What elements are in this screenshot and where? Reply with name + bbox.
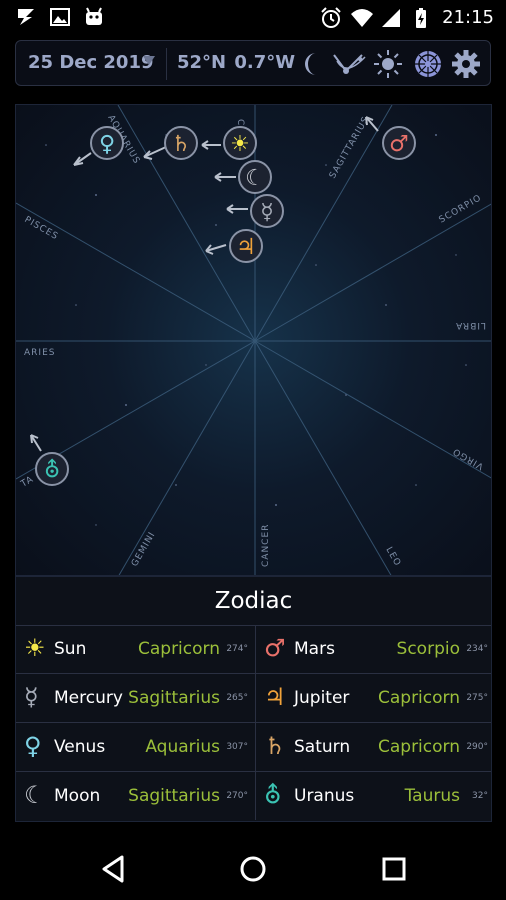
planet-degree: 290° xyxy=(466,742,488,752)
battery-charging-icon xyxy=(416,8,426,28)
planet-cell-mars[interactable]: ♂ Mars Scorpio 234° xyxy=(255,625,494,673)
planet-saturn[interactable]: ♄ xyxy=(164,126,198,160)
back-icon[interactable] xyxy=(98,854,128,884)
planet-mercury[interactable]: ☿ xyxy=(250,194,284,228)
planet-sign: Capricorn xyxy=(377,737,460,757)
planet-name: Mars xyxy=(294,639,335,659)
android-notification-icon xyxy=(86,7,102,25)
zodiac-info-panel: Zodiac ☀ Sun Capricorn 274° ♂ Mars Scorp… xyxy=(15,576,492,822)
panel-title: Zodiac xyxy=(16,577,491,626)
date-selector[interactable]: 25 Dec 2019 xyxy=(28,52,154,73)
venus-icon: ♀ xyxy=(99,132,115,157)
planet-cell-saturn[interactable]: ♄ Saturn Capricorn 290° xyxy=(255,723,494,771)
table-row: ♀ Venus Aquarius 307° ♄ Saturn Capricorn… xyxy=(16,723,491,772)
zodiac-wheel-icon[interactable] xyxy=(413,49,443,79)
zodiac-label-virgo: VIRGO xyxy=(451,445,486,471)
planet-cell-mercury[interactable]: ☿ Mercury Sagittarius 265° xyxy=(16,674,254,722)
sun-icon: ☀ xyxy=(24,634,46,662)
planet-sign: Aquarius xyxy=(145,737,220,757)
zodiac-label-leo: LEO xyxy=(383,546,402,569)
planet-sign: Capricorn xyxy=(137,639,220,659)
alarm-icon xyxy=(321,7,341,28)
clock-time: 21:15 xyxy=(442,7,494,28)
home-icon[interactable] xyxy=(238,854,268,884)
planet-degree: 32° xyxy=(472,791,488,801)
jupiter-icon: ♃ xyxy=(264,683,286,711)
top-toolbar: 25 Dec 2019 52°N 0.7°W xyxy=(15,40,491,86)
signal-icon xyxy=(382,9,400,27)
planet-cell-jupiter[interactable]: ♃ Jupiter Capricorn 275° xyxy=(255,674,494,722)
location-coordinates[interactable]: 52°N 0.7°W xyxy=(177,52,295,73)
telescope-icon[interactable] xyxy=(332,49,368,79)
toolbar-divider xyxy=(166,48,167,80)
zodiac-label-sagittarius: SAGITTARIUS xyxy=(328,115,372,181)
saturn-icon: ♄ xyxy=(264,732,286,760)
planet-cell-sun[interactable]: ☀ Sun Capricorn 274° xyxy=(16,625,254,673)
mercury-icon: ☿ xyxy=(24,683,39,711)
planet-name: Sun xyxy=(54,639,87,659)
venus-icon: ♀ xyxy=(24,732,42,760)
uranus-icon: ⛢ xyxy=(264,781,282,809)
planet-sign: Capricorn xyxy=(377,688,460,708)
planet-cell-moon[interactable]: ☾ Moon Sagittarius 270° xyxy=(16,772,254,820)
zodiac-label-capricorn: C xyxy=(235,119,245,126)
zodiac-label-cancer: CANCER xyxy=(261,524,271,567)
planet-sign: Sagittarius xyxy=(128,786,220,806)
moon-phase-icon[interactable] xyxy=(298,49,328,79)
planet-moon[interactable]: ☾ xyxy=(238,160,272,194)
mars-icon: ♂ xyxy=(389,132,409,157)
planet-cell-venus[interactable]: ♀ Venus Aquarius 307° xyxy=(16,723,254,771)
planet-jupiter[interactable]: ♃ xyxy=(229,229,263,263)
system-nav-bar xyxy=(0,836,506,900)
zodiac-label-taurus: TA xyxy=(19,474,36,490)
mercury-icon: ☿ xyxy=(260,200,274,225)
moon-icon: ☾ xyxy=(24,781,46,809)
saturn-icon: ♄ xyxy=(171,132,191,157)
sun-planet-icon: ☀ xyxy=(230,132,250,157)
planet-sun[interactable]: ☀ xyxy=(223,126,257,160)
mars-icon: ♂ xyxy=(264,634,286,662)
planet-name: Uranus xyxy=(294,786,355,806)
planet-uranus[interactable]: ⛢ xyxy=(35,452,69,486)
planet-name: Saturn xyxy=(294,737,351,757)
table-row: ☿ Mercury Sagittarius 265° ♃ Jupiter Cap… xyxy=(16,674,491,723)
wifi-icon xyxy=(351,9,373,27)
table-row: ☾ Moon Sagittarius 270° ⛢ Uranus Taurus … xyxy=(16,772,491,821)
planet-name: Jupiter xyxy=(294,688,350,708)
uranus-icon: ⛢ xyxy=(44,458,60,483)
planet-name: Mercury xyxy=(54,688,123,708)
planet-sign: Scorpio xyxy=(396,639,460,659)
planet-cell-uranus[interactable]: ⛢ Uranus Taurus 32° xyxy=(255,772,494,820)
zodiac-label-aries: ARIES xyxy=(24,348,55,358)
planet-name: Venus xyxy=(54,737,106,757)
planet-degree: 265° xyxy=(226,693,248,703)
bolt-notification-icon xyxy=(18,9,34,25)
chevron-down-icon[interactable] xyxy=(143,56,155,66)
motion-arrows xyxy=(30,116,379,452)
planet-degree: 275° xyxy=(466,693,488,703)
planet-degree: 274° xyxy=(226,644,248,654)
planet-name: Moon xyxy=(54,786,101,806)
zodiac-chart-svg: AQUARIUS C SAGITTARIUS SCORPIO PISCES LI… xyxy=(16,105,491,575)
planet-degree: 307° xyxy=(226,742,248,752)
zodiac-label-libra: LIBRA xyxy=(455,320,486,330)
recents-icon[interactable] xyxy=(379,854,409,884)
sky-chart[interactable]: AQUARIUS C SAGITTARIUS SCORPIO PISCES LI… xyxy=(15,104,492,576)
planet-grid: ☀ Sun Capricorn 274° ♂ Mars Scorpio 234°… xyxy=(16,625,491,821)
planet-venus[interactable]: ♀ xyxy=(90,126,124,160)
status-bar: 21:15 xyxy=(0,0,506,36)
zodiac-label-pisces: PISCES xyxy=(23,215,60,242)
jupiter-icon: ♃ xyxy=(236,235,256,260)
planet-degree: 234° xyxy=(466,644,488,654)
planet-degree: 270° xyxy=(226,791,248,801)
planet-sign: Taurus xyxy=(404,786,460,806)
moon-icon: ☾ xyxy=(245,166,265,191)
settings-gear-icon[interactable] xyxy=(451,49,481,79)
planet-mars[interactable]: ♂ xyxy=(382,126,416,160)
planet-sign: Sagittarius xyxy=(128,688,220,708)
sun-icon[interactable] xyxy=(373,49,403,79)
zodiac-label-scorpio: SCORPIO xyxy=(438,193,484,225)
table-row: ☀ Sun Capricorn 274° ♂ Mars Scorpio 234° xyxy=(16,625,491,674)
image-notification-icon xyxy=(50,8,70,26)
